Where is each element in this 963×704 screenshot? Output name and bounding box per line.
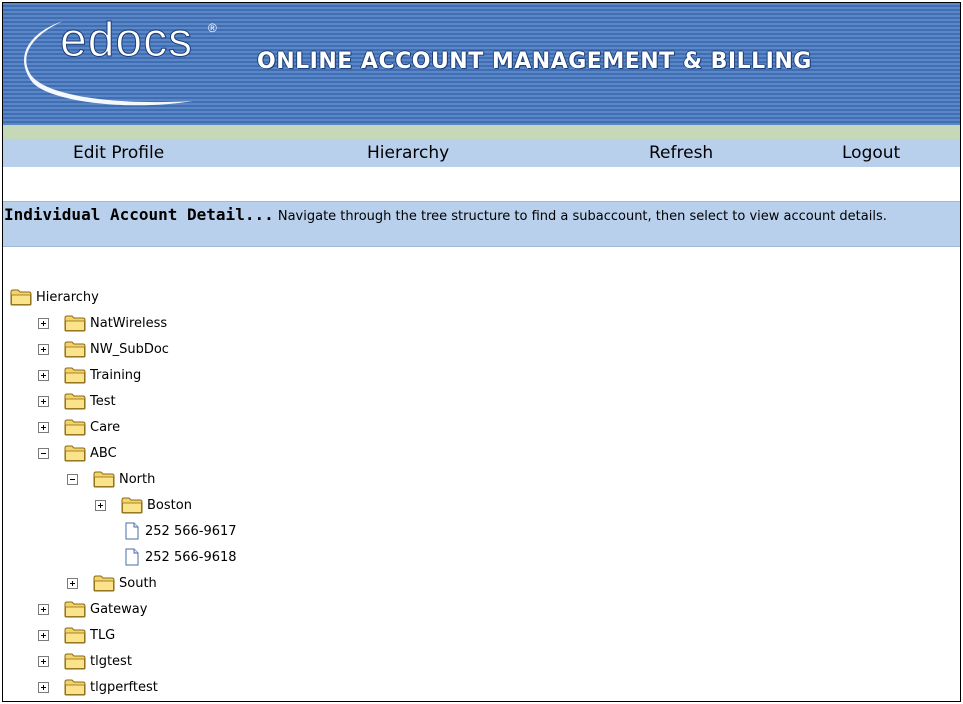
expand-icon[interactable] xyxy=(38,681,49,693)
folder-icon xyxy=(64,315,86,332)
tree-label[interactable]: NatWireless xyxy=(90,316,167,331)
banner-title: ONLINE ACCOUNT MANAGEMENT & BILLING xyxy=(257,49,812,74)
collapse-icon[interactable] xyxy=(38,447,49,459)
folder-icon xyxy=(93,471,115,488)
folder-icon xyxy=(93,575,115,592)
collapse-icon[interactable] xyxy=(67,473,78,485)
tree-label[interactable]: tlgperftest xyxy=(90,680,158,695)
menu-hierarchy[interactable]: Hierarchy xyxy=(367,143,449,163)
expand-icon[interactable] xyxy=(38,343,49,355)
tree-label[interactable]: Care xyxy=(90,420,120,435)
top-menu-bar: Edit Profile Hierarchy Refresh Logout xyxy=(3,139,960,167)
menu-refresh[interactable]: Refresh xyxy=(649,143,713,163)
folder-icon xyxy=(64,679,86,696)
document-icon xyxy=(125,548,139,566)
tree-label[interactable]: ABC xyxy=(90,446,117,461)
folder-icon xyxy=(64,341,86,358)
hierarchy-tree: Hierarchy NatWireless NW_SubDoc Training… xyxy=(3,283,960,702)
tree-label[interactable]: Gateway xyxy=(90,602,147,617)
expand-icon[interactable] xyxy=(38,603,49,615)
folder-icon xyxy=(64,367,86,384)
tree-leaf[interactable]: 252 566-9617 xyxy=(121,519,237,543)
tree-node[interactable]: North xyxy=(67,467,155,491)
tree-label[interactable]: Test xyxy=(90,394,116,409)
tree-node[interactable]: South xyxy=(67,571,157,595)
expand-icon[interactable] xyxy=(38,655,49,667)
tree-label[interactable]: South xyxy=(119,576,157,591)
tree-node[interactable]: tlgperftest xyxy=(38,675,158,699)
expand-icon[interactable] xyxy=(38,369,49,381)
menu-logout[interactable]: Logout xyxy=(842,143,900,163)
folder-icon xyxy=(64,627,86,644)
tree-node[interactable]: tlgtest xyxy=(38,649,132,673)
tree-label[interactable]: TLG xyxy=(90,628,115,643)
tree-node[interactable]: Training xyxy=(38,363,141,387)
tree-label[interactable]: Boston xyxy=(147,498,192,513)
folder-icon xyxy=(64,653,86,670)
tree-node[interactable]: Gateway xyxy=(38,597,147,621)
header-banner: edocs ® ONLINE ACCOUNT MANAGEMENT & BILL… xyxy=(3,3,960,125)
tree-leaf[interactable]: 252 566-9618 xyxy=(121,545,237,569)
tree-label[interactable]: Hierarchy xyxy=(36,290,99,305)
detail-description: Navigate through the tree structure to f… xyxy=(273,209,887,224)
document-icon xyxy=(125,522,139,540)
expand-icon[interactable] xyxy=(95,499,106,511)
expand-icon[interactable] xyxy=(38,421,49,433)
expand-icon[interactable] xyxy=(67,577,78,589)
expand-icon[interactable] xyxy=(38,317,49,329)
folder-icon xyxy=(64,601,86,618)
folder-icon xyxy=(10,289,32,306)
folder-icon xyxy=(64,393,86,410)
folder-icon xyxy=(64,445,86,462)
tree-label[interactable]: North xyxy=(119,472,155,487)
tree-node[interactable]: NW_SubDoc xyxy=(38,337,169,361)
tree-label[interactable]: 252 566-9617 xyxy=(145,524,237,539)
logo-text: edocs xyxy=(59,14,194,67)
header-divider-strip xyxy=(3,125,960,139)
expand-icon[interactable] xyxy=(38,629,49,641)
folder-icon xyxy=(121,497,143,514)
folder-icon xyxy=(64,419,86,436)
tree-label[interactable]: 252 566-9618 xyxy=(145,550,237,565)
account-detail-banner: Individual Account Detail... Navigate th… xyxy=(3,201,960,247)
registered-mark: ® xyxy=(208,21,217,35)
menu-edit-profile[interactable]: Edit Profile xyxy=(73,143,164,163)
tree-label[interactable]: Training xyxy=(90,368,141,383)
expand-icon[interactable] xyxy=(38,395,49,407)
tree-node[interactable]: Boston xyxy=(95,493,192,517)
tree-node[interactable]: Care xyxy=(38,415,120,439)
tree-label[interactable]: tlgtest xyxy=(90,654,132,669)
tree-node[interactable]: TLG xyxy=(38,623,115,647)
tree-node[interactable]: NatWireless xyxy=(38,311,167,335)
tree-node[interactable]: ABC xyxy=(38,441,117,465)
tree-label[interactable]: NW_SubDoc xyxy=(90,342,169,357)
page-frame: edocs ® ONLINE ACCOUNT MANAGEMENT & BILL… xyxy=(2,2,961,702)
tree-node[interactable]: Test xyxy=(38,389,116,413)
detail-title: Individual Account Detail... xyxy=(4,205,274,224)
tree-root[interactable]: Hierarchy xyxy=(10,285,99,309)
